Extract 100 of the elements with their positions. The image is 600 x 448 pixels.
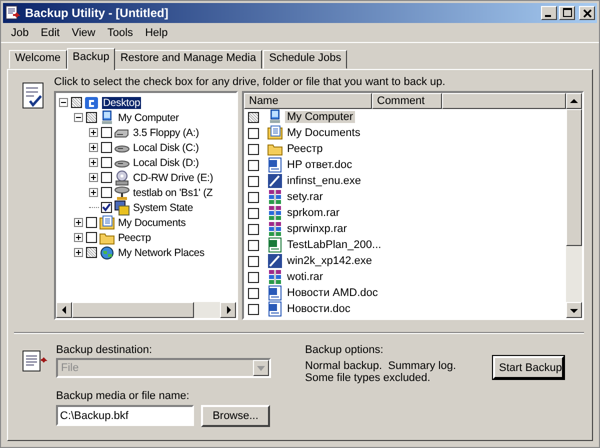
file-item[interactable]: My Computer [285, 111, 356, 123]
tab[interactable]: Restore and Manage Media [114, 50, 262, 69]
collapse-toggle[interactable] [74, 113, 83, 122]
file-item[interactable]: sety.rar [285, 191, 325, 203]
tree-item[interactable]: Desktop [102, 96, 142, 108]
archive-icon [267, 221, 283, 237]
spreadsheet-icon [267, 237, 283, 253]
checkbox[interactable] [86, 247, 97, 258]
document-icon [267, 301, 283, 317]
checkbox[interactable] [248, 272, 259, 282]
document-icon [267, 157, 283, 173]
tree-item[interactable]: 3.5 Floppy (A:) [132, 126, 200, 138]
checkbox[interactable] [101, 127, 112, 138]
checkbox[interactable] [101, 172, 112, 183]
checkbox[interactable] [101, 202, 112, 213]
document-icon [267, 285, 283, 301]
checkbox[interactable] [248, 176, 259, 186]
tree-item[interactable]: My Documents [117, 216, 187, 228]
collapse-toggle[interactable] [59, 98, 68, 107]
computer-icon [267, 109, 283, 125]
tree-item[interactable]: Local Disk (C:) [132, 142, 200, 154]
tree-item[interactable]: Local Disk (D:) [132, 156, 200, 168]
checkbox[interactable] [71, 97, 82, 108]
instruction-text: Click to select the check box for any drive, folder or file that you want to back up. [54, 76, 446, 90]
destination-label: Backup destination: [56, 344, 154, 358]
checkbox[interactable] [101, 142, 112, 153]
file-item[interactable]: sprkom.rar [285, 207, 342, 219]
checkbox[interactable] [248, 192, 259, 202]
file-name-field[interactable]: C:\Backup.bkf [56, 405, 194, 426]
tree-item[interactable]: My Computer [117, 112, 180, 124]
start-backup-button[interactable]: Start Backup [493, 356, 564, 379]
close-button[interactable] [579, 6, 595, 20]
file-item[interactable]: HP ответ.doc [285, 159, 354, 171]
menu-item[interactable]: Edit [34, 26, 66, 38]
checkbox[interactable] [86, 112, 97, 123]
computer-icon [99, 110, 115, 126]
file-item[interactable]: infinst_enu.exe [285, 175, 363, 187]
tree-item[interactable]: My Network Places [117, 246, 206, 258]
checkbox[interactable] [248, 128, 259, 138]
checkbox[interactable] [86, 232, 97, 243]
expand-toggle[interactable] [89, 188, 98, 197]
browse-button[interactable]: Browse... [201, 405, 270, 427]
left-arrow-icon [62, 306, 66, 314]
documents-icon [267, 125, 283, 141]
expand-toggle[interactable] [89, 158, 98, 167]
expand-toggle[interactable] [89, 143, 98, 152]
menu-item[interactable]: Help [139, 26, 174, 38]
file-item[interactable]: woti.rar [285, 271, 326, 283]
tab[interactable]: Schedule Jobs [263, 50, 348, 69]
column-header[interactable]: Comment [372, 93, 442, 109]
options-label: Backup options: [305, 344, 384, 356]
checkbox[interactable] [248, 208, 259, 218]
window-title: Backup Utility - [Untitled] [25, 6, 170, 20]
tab[interactable]: Welcome [9, 50, 67, 69]
tree-item[interactable]: Реестр [117, 232, 152, 244]
checkbox[interactable] [248, 304, 259, 314]
checkbox[interactable] [248, 144, 259, 154]
checkbox[interactable] [86, 217, 97, 228]
cd-drive-icon [114, 170, 130, 186]
tab[interactable]: Backup [66, 48, 116, 70]
archive-icon [267, 189, 283, 205]
expand-toggle[interactable] [89, 173, 98, 182]
column-header[interactable]: Name [244, 93, 372, 109]
menu-item[interactable]: View [66, 26, 102, 38]
menu-item[interactable]: Tools [101, 26, 140, 38]
maximize-button[interactable] [559, 6, 575, 20]
document-arrow-icon [22, 350, 48, 374]
tree-item[interactable]: CD-RW Drive (E:) [132, 172, 214, 184]
network-drive-icon [114, 184, 130, 200]
expand-toggle[interactable] [89, 128, 98, 137]
tree-item[interactable]: testlab on 'Bs1' (Z [132, 186, 214, 198]
file-item[interactable]: Новости AMD.doc [285, 287, 380, 299]
vertical-scrollbar[interactable] [566, 93, 582, 318]
maximize-icon [562, 8, 572, 17]
checkbox[interactable] [248, 112, 259, 122]
checkbox[interactable] [248, 288, 259, 298]
expand-toggle[interactable] [74, 218, 83, 227]
globe-icon [99, 244, 115, 260]
options-text: Normal backup. Summary log. [305, 360, 457, 372]
minimize-button[interactable] [541, 6, 557, 20]
right-arrow-icon [226, 306, 230, 314]
file-item[interactable]: win2k_xp142.exe [285, 255, 374, 267]
checkbox[interactable] [248, 256, 259, 266]
checkbox[interactable] [248, 160, 259, 170]
checkbox[interactable] [248, 240, 259, 250]
expand-toggle[interactable] [74, 233, 83, 242]
checkbox[interactable] [248, 224, 259, 234]
file-item[interactable]: sprwinxp.rar [285, 223, 349, 235]
menu-item[interactable]: Job [5, 26, 35, 38]
horizontal-scrollbar[interactable] [56, 302, 236, 318]
expand-toggle[interactable] [74, 248, 83, 257]
checkbox[interactable] [101, 187, 112, 198]
archive-icon [267, 269, 283, 285]
file-item[interactable]: My Documents [285, 127, 362, 139]
tree-item[interactable]: System State [132, 202, 194, 214]
file-item[interactable]: Новости.doc [285, 303, 352, 315]
file-item[interactable]: Реестр [285, 143, 325, 155]
checkbox[interactable] [101, 157, 112, 168]
file-item[interactable]: TestLabPlan_200... [285, 239, 384, 251]
column-header[interactable] [442, 93, 566, 109]
